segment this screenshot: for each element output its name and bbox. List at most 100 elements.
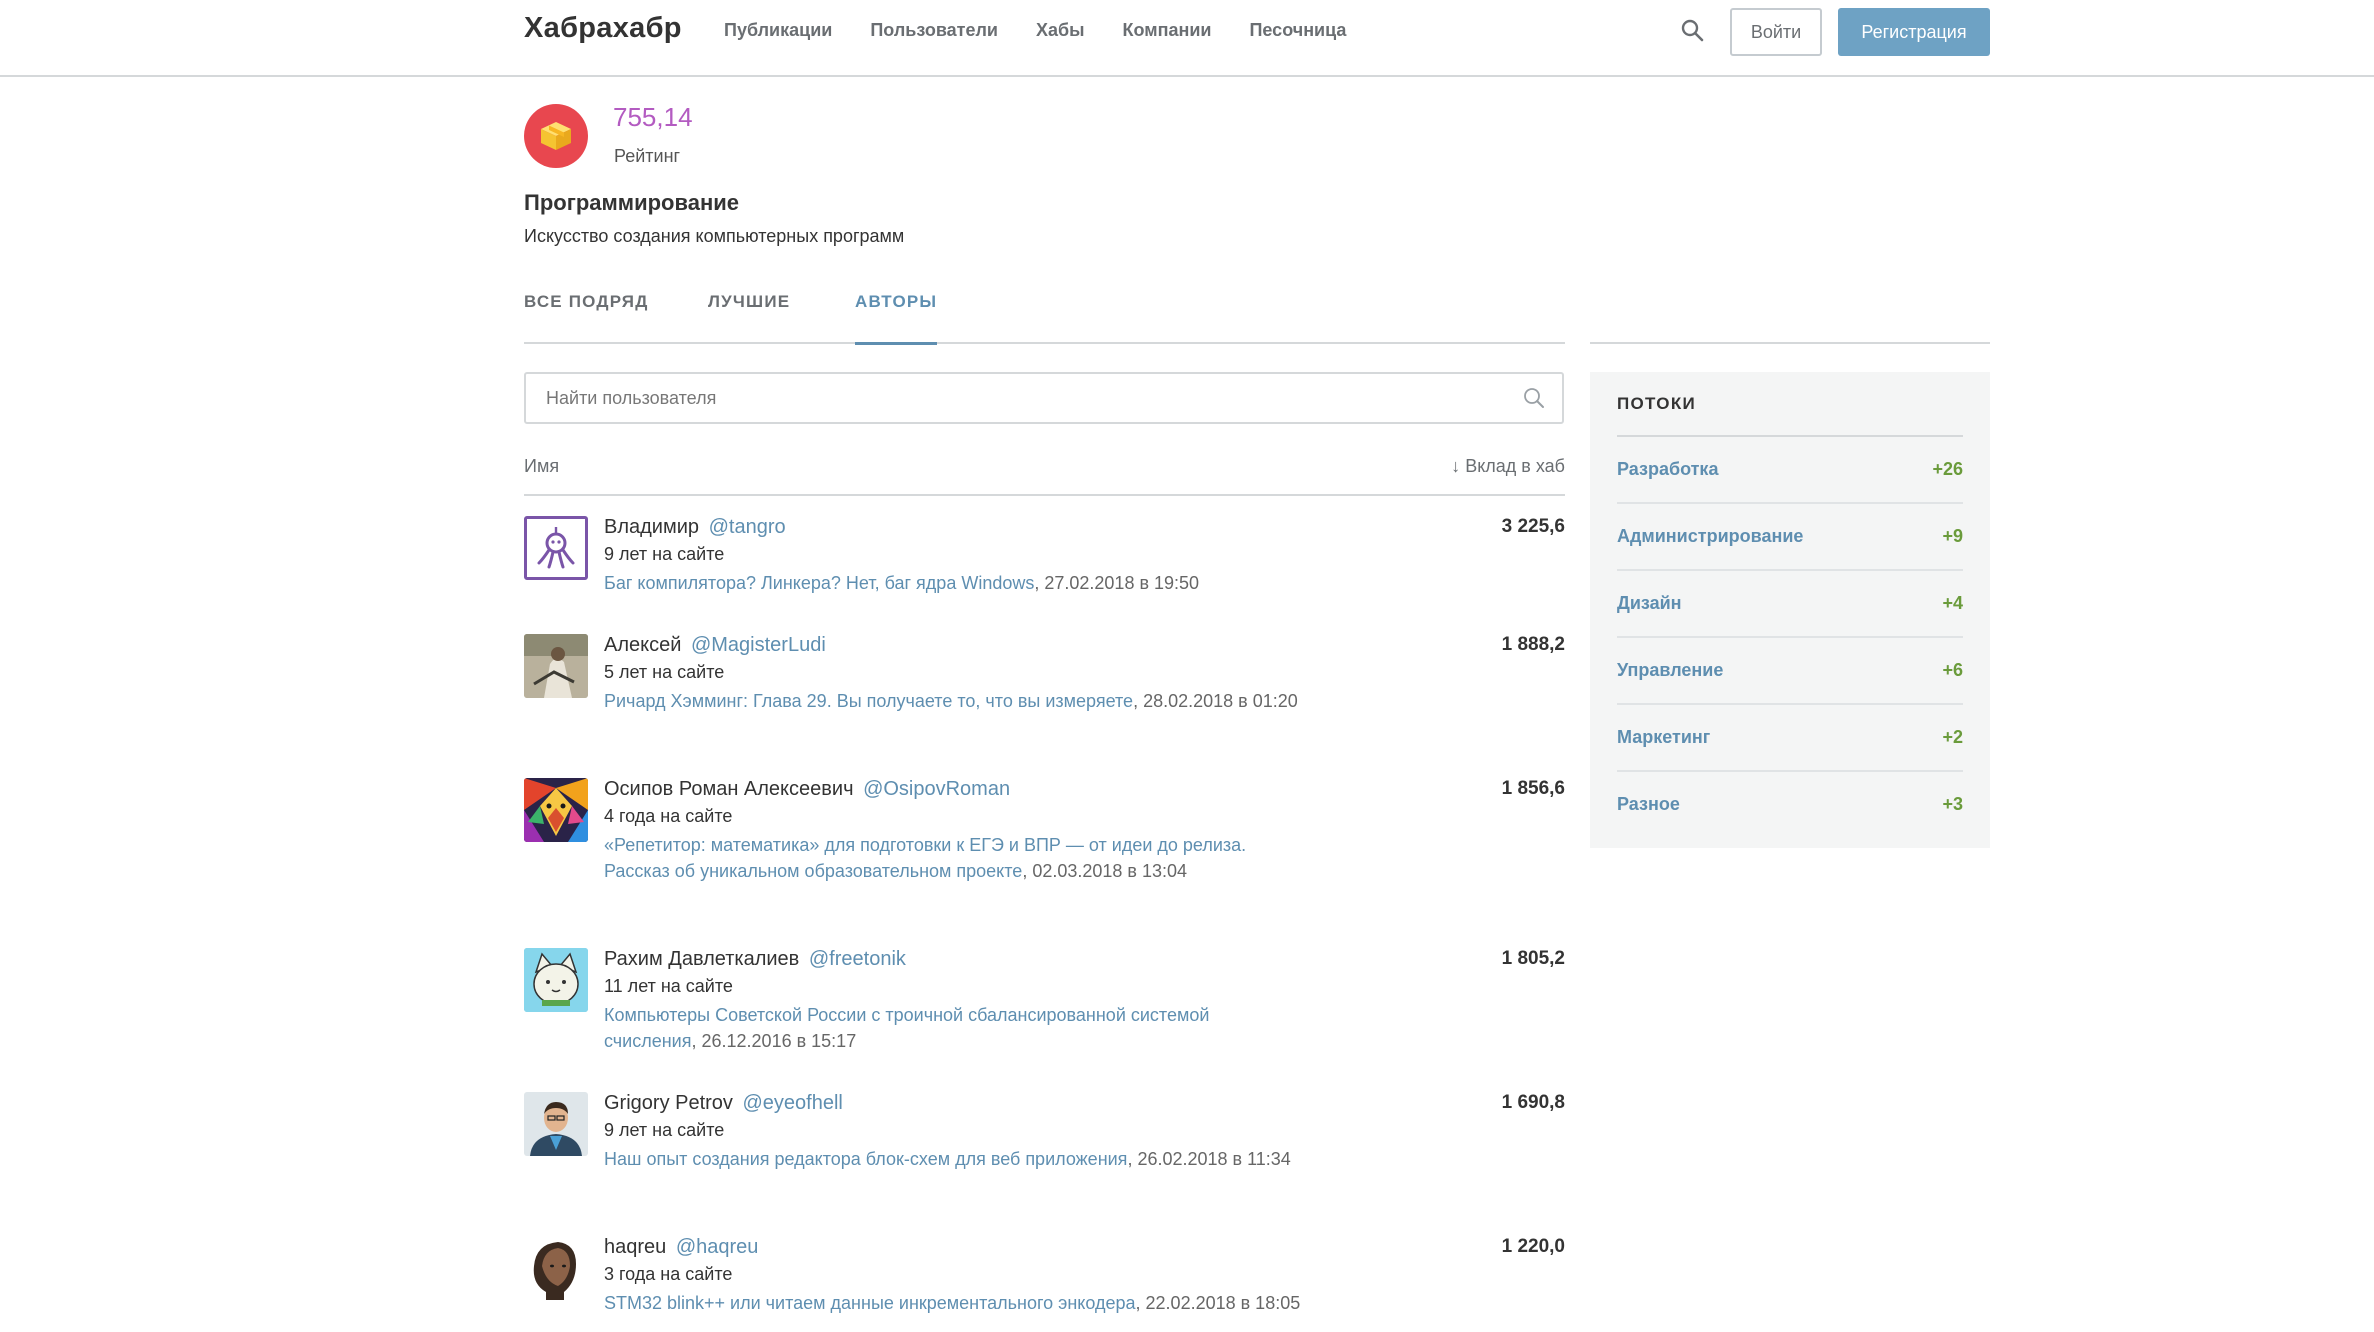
tab-best[interactable]: ЛУЧШИЕ [708,292,790,344]
person-photo-icon [524,1236,588,1300]
author-tenure: 4 года на сайте [604,806,733,826]
author-nickname[interactable]: @MagisterLudi [691,634,826,656]
site-logo[interactable]: Хабрахабр [524,12,682,45]
author-contribution: 1 888,2 [1501,634,1565,655]
post-link[interactable]: Ричард Хэмминг: Глава 29. Вы получаете т… [604,691,1133,711]
cat-icon [524,948,588,1012]
octopus-icon [537,527,575,569]
author-fullname[interactable]: Grigory Petrov [604,1092,733,1114]
stream-management[interactable]: Управление +6 [1617,638,1963,705]
stream-development[interactable]: Разработка +26 [1617,437,1963,504]
hub-icon [524,104,588,168]
search-icon[interactable] [1522,386,1546,410]
stream-name[interactable]: Разработка [1617,459,1718,480]
tab-authors[interactable]: АВТОРЫ [855,292,938,345]
column-name: Имя [524,456,560,476]
post-date: , 26.02.2018 в 11:34 [1127,1149,1291,1169]
stream-marketing[interactable]: Маркетинг +2 [1617,705,1963,772]
stream-name[interactable]: Дизайн [1617,593,1682,614]
hub-description: Искусство создания компьютерных программ [524,226,905,246]
post-link[interactable]: Наш опыт создания редактора блок-схем дл… [604,1149,1127,1169]
author-fullname[interactable]: Осипов Роман Алексеевич [604,778,854,800]
hub-tabs: ВСЕ ПОДРЯД ЛУЧШИЕ АВТОРЫ [524,292,1565,345]
stream-count: +4 [1942,593,1963,613]
login-button[interactable]: Войти [1730,8,1822,56]
streams-title: ПОТОКИ [1617,394,1697,413]
stream-name[interactable]: Маркетинг [1617,727,1710,748]
top-bar: Хабрахабр Публикации Пользователи Хабы К… [0,0,2374,77]
sidebar-divider [1590,342,1990,344]
author-nickname[interactable]: @haqreu [676,1236,759,1258]
author-last-post: Наш опыт создания редактора блок-схем дл… [604,1146,1304,1172]
author-tenure: 9 лет на сайте [604,1120,725,1140]
streams-panel: ПОТОКИ Разработка +26 Администрирование … [1590,372,1990,848]
nav-publications[interactable]: Публикации [724,20,832,41]
nav-users[interactable]: Пользователи [870,20,998,41]
stream-misc[interactable]: Разное +3 [1617,772,1963,839]
stream-administration[interactable]: Администрирование +9 [1617,504,1963,571]
stream-name[interactable]: Управление [1617,660,1723,681]
avatar[interactable] [524,516,588,580]
author-last-post: STM32 blink++ или читаем данные инкремен… [604,1290,1304,1316]
stream-count: +9 [1942,526,1963,546]
avatar[interactable] [524,634,588,698]
hub-rating-label: Рейтинг [614,146,681,166]
post-date: , 28.02.2018 в 01:20 [1133,691,1298,711]
author-name: Осипов Роман Алексеевич @OsipovRoman [604,778,1010,801]
main-nav: Публикации Пользователи Хабы Компании Пе… [724,20,1384,41]
author-nickname[interactable]: @tangro [709,516,786,538]
nav-companies[interactable]: Компании [1123,20,1212,41]
sort-by-contribution[interactable]: ↓ Вклад в хаб [1451,456,1565,477]
post-link[interactable]: Баг компилятора? Линкера? Нет, баг ядра … [604,573,1034,593]
tab-all[interactable]: ВСЕ ПОДРЯД [524,292,649,344]
stream-design[interactable]: Дизайн +4 [1617,571,1963,638]
author-name: haqreu @haqreu [604,1236,758,1259]
author-row: Владимир @tangro 9 лет на сайте Баг комп… [524,516,1565,596]
avatar[interactable] [524,1092,588,1156]
author-nickname[interactable]: @OsipovRoman [863,778,1010,800]
register-button[interactable]: Регистрация [1838,8,1990,56]
author-row: Рахим Давлеткалиев @freetonik 11 лет на … [524,948,1565,1051]
search-icon[interactable] [1680,18,1704,42]
person-photo-icon [524,1092,588,1156]
author-nickname[interactable]: @eyeofhell [743,1092,843,1114]
post-link[interactable]: STM32 blink++ или читаем данные инкремен… [604,1293,1136,1313]
hub-rating-value: 755,14 [613,102,693,132]
stream-count: +26 [1932,459,1963,479]
author-fullname[interactable]: Рахим Давлеткалиев [604,948,799,970]
author-last-post: Баг компилятора? Линкера? Нет, баг ядра … [604,570,1304,596]
author-contribution: 1 220,0 [1501,1236,1565,1257]
author-contribution: 1 690,8 [1501,1092,1565,1113]
avatar[interactable] [524,1236,588,1300]
author-contribution: 1 805,2 [1501,948,1565,969]
author-row: Алексей @MagisterLudi 5 лет на сайте Рич… [524,634,1565,724]
nav-hubs[interactable]: Хабы [1036,20,1085,41]
avatar[interactable] [524,778,588,842]
author-fullname[interactable]: Владимир [604,516,699,538]
stream-count: +2 [1942,727,1963,747]
avatar[interactable] [524,948,588,1012]
post-date: , 22.02.2018 в 18:05 [1135,1293,1301,1313]
author-name: Алексей @MagisterLudi [604,634,826,657]
user-search-box [524,372,1564,424]
stream-count: +6 [1942,660,1963,680]
author-row: Осипов Роман Алексеевич @OsipovRoman 4 г… [524,778,1565,894]
author-tenure: 9 лет на сайте [604,544,725,564]
author-fullname[interactable]: Алексей [604,634,681,656]
author-row: haqreu @haqreu 3 года на сайте STM32 bli… [524,1236,1565,1332]
stream-name[interactable]: Разное [1617,794,1680,815]
author-last-post: «Репетитор: математика» для подготовки к… [604,832,1304,884]
post-date: , 26.12.2016 в 15:17 [691,1031,857,1051]
authors-list-header: Имя ↓ Вклад в хаб [524,448,1565,496]
author-name: Рахим Давлеткалиев @freetonik [604,948,906,971]
author-contribution: 1 856,6 [1501,778,1565,799]
author-fullname[interactable]: haqreu [604,1236,666,1258]
author-name: Владимир @tangro [604,516,786,539]
stream-name[interactable]: Администрирование [1617,526,1803,547]
author-nickname[interactable]: @freetonik [809,948,906,970]
box-icon [541,122,571,150]
lion-icon [524,778,588,842]
nav-sandbox[interactable]: Песочница [1249,20,1346,41]
person-photo-icon [524,634,588,698]
user-search-input[interactable] [546,374,1506,422]
